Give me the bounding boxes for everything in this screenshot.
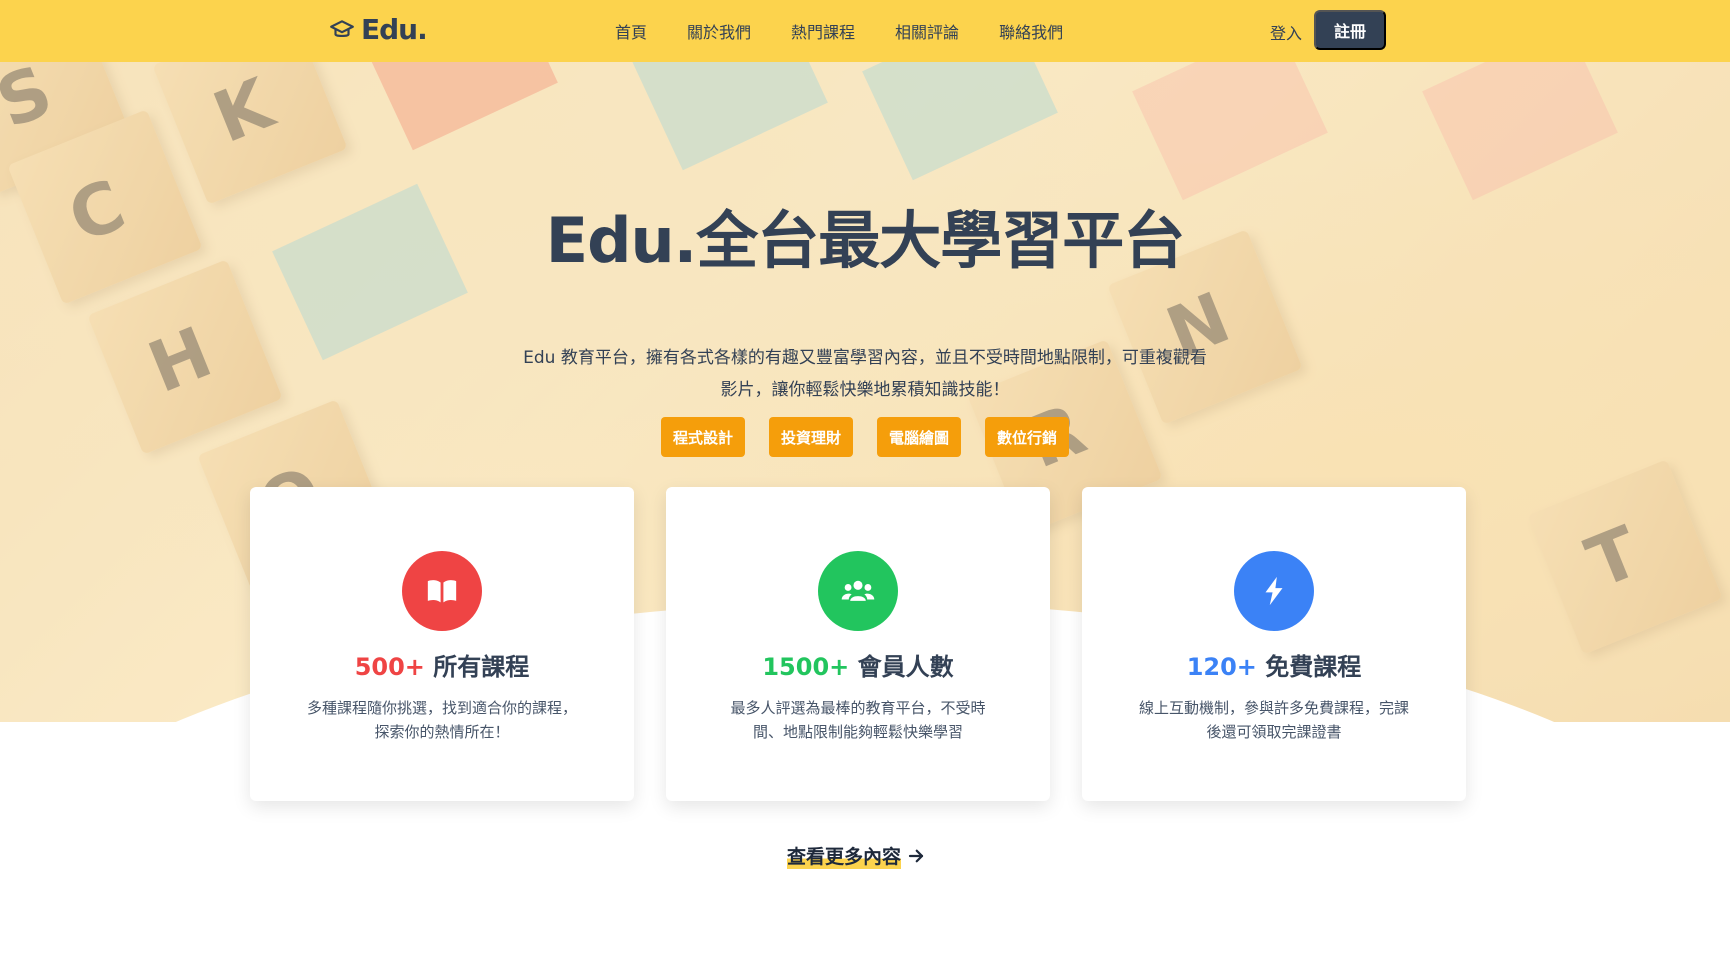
users-icon [818, 551, 898, 631]
view-more-label: 查看更多內容 [787, 842, 902, 869]
login-link[interactable]: 登入 [1270, 20, 1302, 44]
feature-number: 500+ [354, 653, 425, 681]
nav-link-about[interactable]: 關於我們 [687, 19, 751, 43]
tag-investing[interactable]: 投資理財 [768, 417, 853, 457]
tag-digital-marketing[interactable]: 數位行銷 [985, 417, 1070, 457]
view-more-link[interactable]: 查看更多內容 [787, 842, 925, 869]
feature-title: 1500+ 會員人數 [762, 647, 953, 682]
logo-text: Edu. [361, 13, 428, 46]
feature-description: 多種課程隨你挑選，找到適合你的課程，探索你的熱情所在！ [307, 699, 578, 741]
nav-link-contact[interactable]: 聯絡我們 [999, 19, 1063, 43]
feature-description: 線上互動機制，參與許多免費課程，完課後還可領取完課證書 [1139, 699, 1410, 741]
nav-link-reviews[interactable]: 相關評論 [895, 19, 959, 43]
arrow-right-icon [908, 849, 924, 862]
feature-number: 1500+ [762, 653, 850, 681]
feature-number: 120+ [1186, 653, 1257, 681]
hero-description: Edu 教育平台，擁有各式各樣的有趣又豐富學習內容，並且不受時間地點限制，可重複… [523, 348, 1207, 400]
feature-description: 最多人評選為最棒的教育平台，不受時間、地點限制能夠輕鬆快樂學習 [730, 699, 986, 741]
feature-title: 500+ 所有課程 [355, 647, 530, 682]
graduation-cap-icon [330, 19, 354, 37]
category-tags: 程式設計 投資理財 電腦繪圖 數位行銷 [0, 417, 1730, 457]
nav-links: 首頁 關於我們 熱門課程 相關評論 聯絡我們 [615, 0, 1063, 62]
logo[interactable]: Edu. [329, 13, 428, 46]
signup-button[interactable]: 註冊 [1314, 10, 1386, 50]
feature-label: 會員人數 [857, 653, 954, 681]
feature-cards: 500+ 所有課程 多種課程隨你挑選，找到適合你的課程，探索你的熱情所在！ 15… [250, 487, 1466, 801]
feature-label: 所有課程 [433, 653, 530, 681]
feature-card-members: 1500+ 會員人數 最多人評選為最棒的教育平台，不受時間、地點限制能夠輕鬆快樂… [666, 487, 1050, 801]
tag-programming[interactable]: 程式設計 [660, 417, 745, 457]
tag-computer-graphics[interactable]: 電腦繪圖 [877, 417, 962, 457]
navbar: Edu. 首頁 關於我們 熱門課程 相關評論 聯絡我們 登入 註冊 [0, 0, 1730, 62]
book-icon [402, 551, 482, 631]
nav-link-popular-courses[interactable]: 熱門課程 [791, 19, 855, 43]
feature-title: 120+ 免費課程 [1187, 647, 1362, 682]
lightning-icon [1234, 551, 1314, 631]
feature-label: 免費課程 [1265, 653, 1362, 681]
nav-link-home[interactable]: 首頁 [615, 19, 647, 43]
hero-title: Edu.全台最大學習平台 [545, 204, 1185, 277]
feature-card-free-courses: 120+ 免費課程 線上互動機制，參與許多免費課程，完課後還可領取完課證書 [1082, 487, 1466, 801]
feature-card-courses: 500+ 所有課程 多種課程隨你挑選，找到適合你的課程，探索你的熱情所在！ [250, 487, 634, 801]
